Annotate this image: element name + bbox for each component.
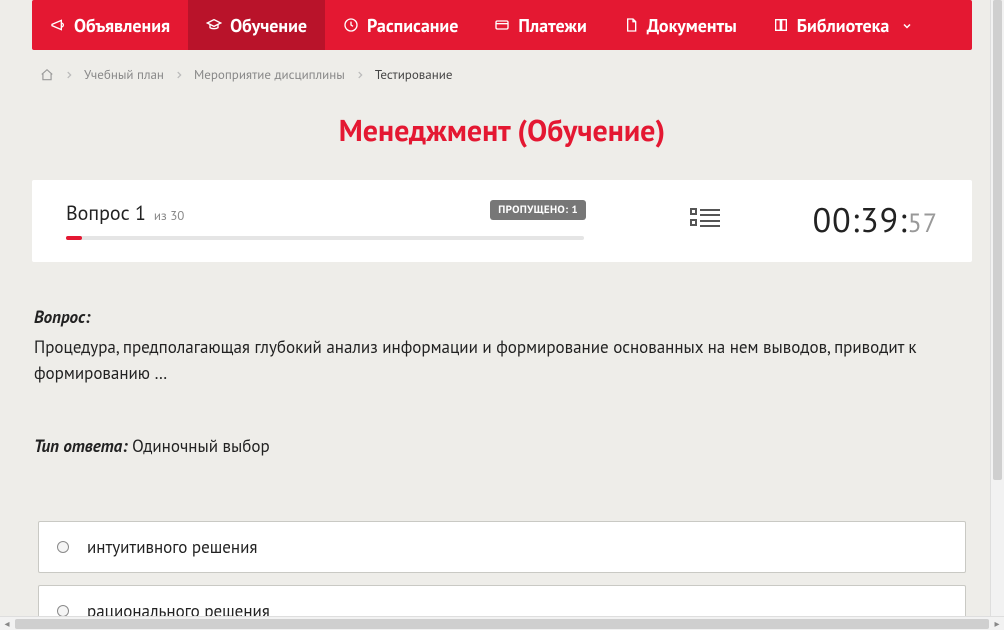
nav-label: Расписание [367,14,458,37]
progress-fill [66,236,82,240]
nav-label: Библиотека [797,14,890,37]
page-title: Менеджмент (Обучение) [32,111,972,150]
answer-option[interactable]: интуитивного решения [38,521,966,573]
home-icon[interactable] [40,68,54,82]
chevron-down-icon [901,14,913,37]
breadcrumb: Учебный план Мероприятие дисциплины Тест… [32,50,972,93]
progress-bar [66,236,584,240]
timer: 00:39:57 [813,198,938,242]
timer-main: 00:39: [813,198,908,242]
megaphone-icon [50,17,66,33]
vertical-scrollbar[interactable] [990,0,1004,616]
status-card: Вопрос 1 из 30 ПРОПУЩЕНО: 1 [32,180,972,262]
chevron-right-icon [174,70,184,80]
answers-list: интуитивного решения рационального решен… [32,521,972,616]
scroll-right-arrow[interactable]: ▸ [990,617,1004,630]
graduation-icon [206,17,222,33]
radio-icon[interactable] [57,541,69,553]
skipped-badge: ПРОПУЩЕНО: 1 [490,200,586,220]
scrollbar-thumb[interactable] [993,0,1002,480]
top-nav: Объявления Обучение [32,0,972,50]
question-area: Вопрос: Процедура, предполагающая глубок… [32,306,972,457]
card-icon [494,17,510,33]
breadcrumb-discipline-event[interactable]: Мероприятие дисциплины [194,66,345,83]
answer-type: Тип ответа: Одиночный выбор [34,435,970,457]
answer-type-value: Одиночный выбор [128,435,270,457]
scroll-left-arrow[interactable]: ◂ [0,617,14,630]
chevron-right-icon [64,70,74,80]
question-text: Процедура, предполагающая глубокий анали… [34,334,970,387]
nav-documents[interactable]: Документы [605,0,755,50]
clock-icon [343,17,359,33]
answer-option[interactable]: рационального решения [38,585,966,616]
question-progress-block: Вопрос 1 из 30 ПРОПУЩЕНО: 1 [66,200,596,240]
chevron-right-icon [355,70,365,80]
breadcrumb-current: Тестирование [375,66,453,83]
document-icon [623,17,639,33]
nav-learning[interactable]: Обучение [188,0,325,50]
nav-label: Объявления [74,14,170,37]
answer-text: рационального решения [87,600,270,616]
radio-icon[interactable] [57,605,69,616]
question-total: из 30 [154,207,184,224]
question-number: Вопрос 1 [66,200,146,226]
book-icon [773,17,789,33]
scrollbar-track[interactable] [15,619,989,629]
answer-text: интуитивного решения [87,536,257,558]
breadcrumb-curriculum[interactable]: Учебный план [84,66,164,83]
question-list-button[interactable] [687,205,723,235]
answer-type-label: Тип ответа: [34,435,128,457]
nav-payments[interactable]: Платежи [476,0,604,50]
horizontal-scrollbar[interactable]: ◂ ▸ [0,616,1004,630]
question-label: Вопрос: [34,306,90,328]
nav-label: Документы [647,14,737,37]
nav-announcements[interactable]: Объявления [32,0,188,50]
scrollbar-thumb[interactable] [15,619,989,629]
nav-schedule[interactable]: Расписание [325,0,476,50]
timer-seconds: 57 [908,207,938,240]
nav-label: Обучение [230,14,307,37]
nav-label: Платежи [518,14,586,37]
nav-library[interactable]: Библиотека [755,0,932,50]
